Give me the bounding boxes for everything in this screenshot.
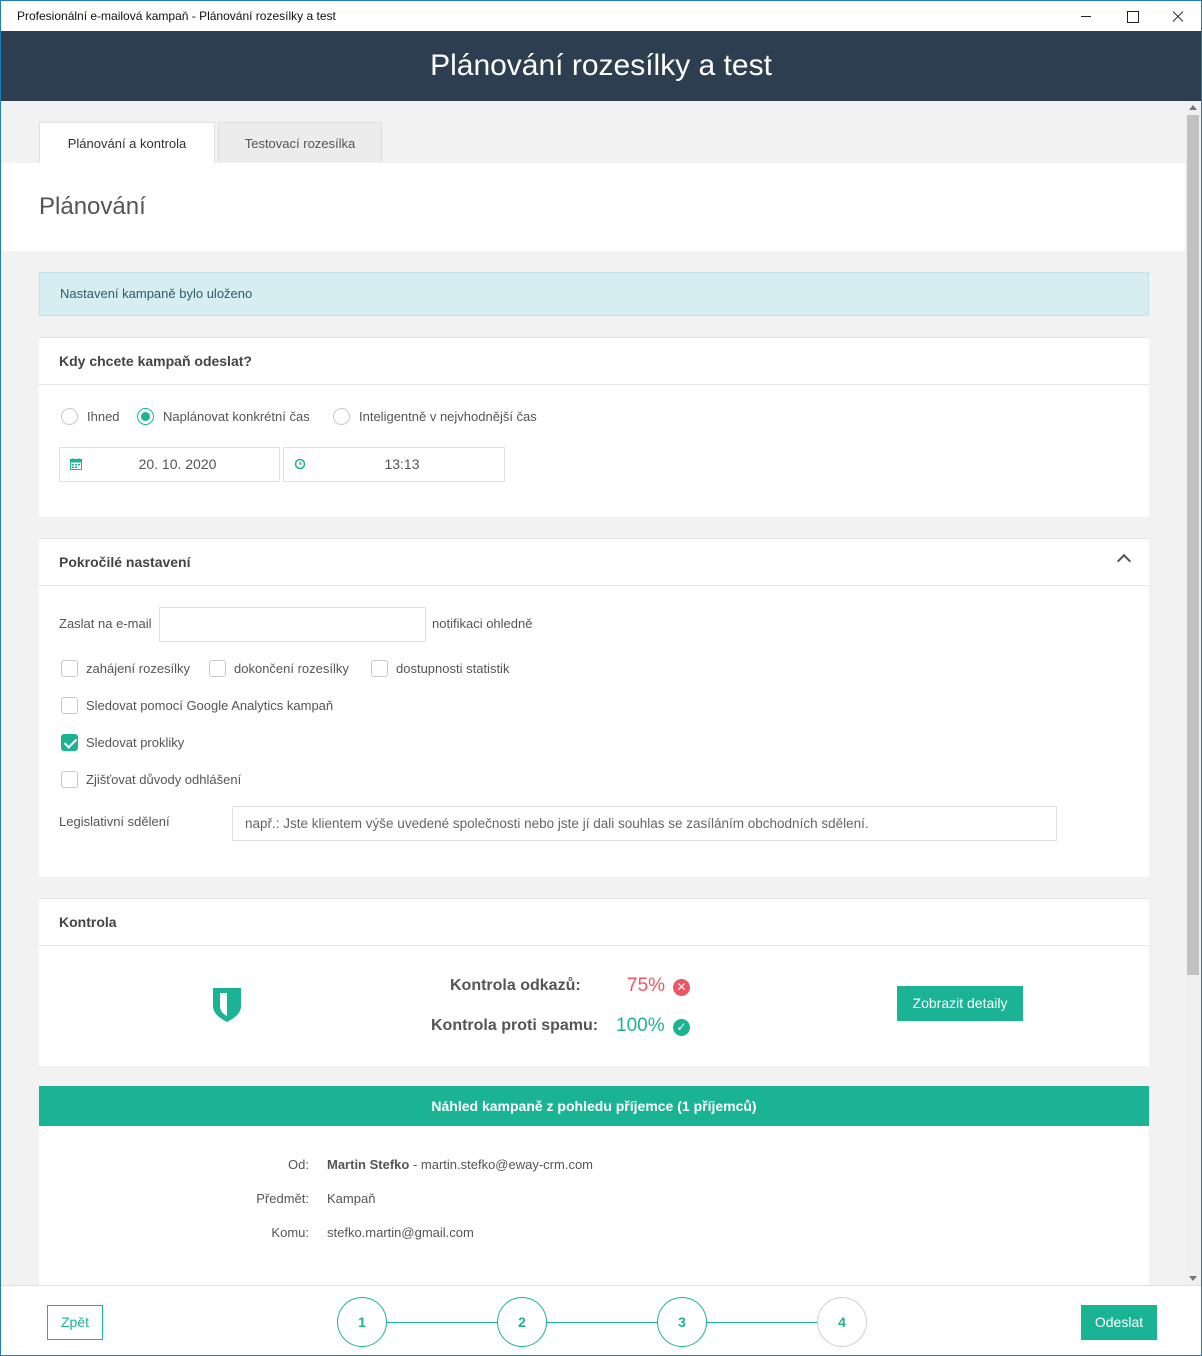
control-panel-title: Kontrola	[39, 899, 1149, 946]
time-value: 13:13	[384, 456, 420, 472]
error-circle-icon: ✕	[673, 979, 690, 996]
checkbox-box[interactable]	[371, 660, 388, 677]
advanced-panel-title: Pokročilé nastavení	[59, 554, 191, 570]
minimize-button[interactable]	[1063, 1, 1109, 31]
app-frame: Plánování rozesílky a test Plánování a k…	[0, 31, 1202, 1356]
vertical-scrollbar[interactable]	[1185, 101, 1201, 1285]
notify-email-row: Zaslat na e-mail notifikaci ohledně	[59, 607, 659, 642]
checkbox-label: dokončení rozesílky	[234, 661, 349, 676]
preview-header: Náhled kampaně z pohledu příjemce (1 pří…	[39, 1086, 1149, 1126]
spam-check-label: Kontrola proti spamu:	[431, 1017, 599, 1034]
page-heading-area: Plánování	[1, 163, 1185, 251]
page-header: Plánování rozesílky a test	[1, 31, 1201, 101]
tab-planning[interactable]: Plánování a kontrola	[39, 122, 215, 163]
main-content: Plánování a kontrola Testovací rozesílka…	[1, 101, 1185, 1285]
checkbox-box[interactable]	[61, 660, 78, 677]
step-connector	[707, 1322, 817, 1323]
to-label: Komu:	[271, 1225, 309, 1240]
from-email: - martin.stefko@eway-crm.com	[409, 1157, 594, 1172]
step-1[interactable]: 1	[337, 1297, 387, 1347]
checkbox-label: Sledovat prokliky	[86, 735, 185, 750]
checkbox-label: zahájení rozesílky	[86, 661, 191, 676]
wizard-footer: Zpět 1 2 3 4 Odeslat	[1, 1285, 1201, 1355]
step-4[interactable]: 4	[817, 1297, 867, 1347]
control-panel: Kontrola Kontrola odkazů: 75% ✕ Kontrola…	[39, 898, 1149, 1066]
checkbox-label: dostupnosti statistik	[396, 661, 510, 676]
radio-label: Ihned	[87, 409, 120, 424]
step-connector	[547, 1322, 657, 1323]
radio-label: Inteligentně v nejvhodnější čas	[359, 409, 537, 424]
legal-notice-input[interactable]: např.: Jste klientem výše uvedené společ…	[232, 806, 1057, 841]
preview-panel: Od: Martin Stefko - martin.stefko@eway-c…	[39, 1126, 1149, 1285]
to-value: stefko.martin@gmail.com	[327, 1225, 474, 1240]
link-check-value: 75%	[627, 975, 666, 996]
chevron-up-icon[interactable]	[1116, 553, 1132, 569]
step-3[interactable]: 3	[657, 1297, 707, 1347]
spam-check-value: 100%	[616, 1015, 665, 1036]
back-button[interactable]: Zpět	[47, 1305, 103, 1340]
from-value: Martin Stefko - martin.stefko@eway-crm.c…	[327, 1157, 593, 1172]
notify-email-label: Zaslat na e-mail	[59, 616, 152, 631]
send-button[interactable]: Odeslat	[1081, 1305, 1157, 1340]
scroll-up-arrow[interactable]	[1189, 105, 1197, 110]
legal-notice-label: Legislativní sdělení	[59, 814, 170, 829]
info-alert: Nastavení kampaně bylo uloženo	[39, 272, 1149, 316]
subject-value: Kampaň	[327, 1191, 376, 1206]
page-title: Plánování	[39, 193, 146, 220]
advanced-panel-header[interactable]: Pokročilé nastavení	[39, 539, 1149, 586]
tab-test-send[interactable]: Testovací rozesílka	[218, 122, 382, 163]
checkbox-box[interactable]	[61, 697, 78, 714]
time-input[interactable]: 13:13	[283, 447, 505, 482]
radio-circle[interactable]	[137, 408, 154, 425]
shield-icon	[213, 988, 241, 1022]
step-connector	[387, 1322, 497, 1323]
radio-circle[interactable]	[333, 408, 350, 425]
checkbox-box[interactable]	[61, 771, 78, 788]
window-title: Profesionální e-mailová kampaň - Plánová…	[17, 9, 336, 23]
checkbox-box[interactable]	[209, 660, 226, 677]
checkbox-label: Zjišťovat důvody odhlášení	[86, 772, 242, 787]
from-name: Martin Stefko	[327, 1157, 410, 1172]
schedule-panel-title: Kdy chcete kampaň odeslat?	[39, 338, 1149, 385]
close-button[interactable]	[1155, 1, 1201, 31]
window-titlebar: Profesionální e-mailová kampaň - Plánová…	[0, 0, 1202, 31]
tab-strip: Plánování a kontrola Testovací rozesílka	[1, 101, 1185, 163]
date-value: 20. 10. 2020	[138, 456, 217, 472]
checkbox-box[interactable]	[61, 734, 78, 751]
notify-email-input[interactable]	[159, 607, 426, 642]
link-check-label: Kontrola odkazů:	[450, 977, 581, 994]
radio-label: Naplánovat konkrétní čas	[163, 409, 310, 424]
radio-circle[interactable]	[61, 408, 78, 425]
schedule-panel: Kdy chcete kampaň odeslat? Ihned Napláno…	[39, 337, 1149, 517]
check-circle-icon: ✓	[673, 1019, 690, 1036]
advanced-settings-panel: Pokročilé nastavení Zaslat na e-mail not…	[39, 538, 1149, 877]
scroll-down-arrow[interactable]	[1189, 1276, 1197, 1281]
checkbox-label: Sledovat pomocí Google Analytics kampaň	[86, 698, 334, 713]
date-input[interactable]: 20. 10. 2020	[59, 447, 280, 482]
subject-label: Předmět:	[256, 1191, 309, 1206]
notify-email-suffix: notifikaci ohledně	[432, 616, 533, 631]
show-details-button[interactable]: Zobrazit detaily	[897, 986, 1023, 1021]
step-2[interactable]: 2	[497, 1297, 547, 1347]
maximize-button[interactable]	[1109, 1, 1155, 31]
from-label: Od:	[288, 1157, 309, 1172]
scroll-thumb[interactable]	[1187, 115, 1199, 975]
